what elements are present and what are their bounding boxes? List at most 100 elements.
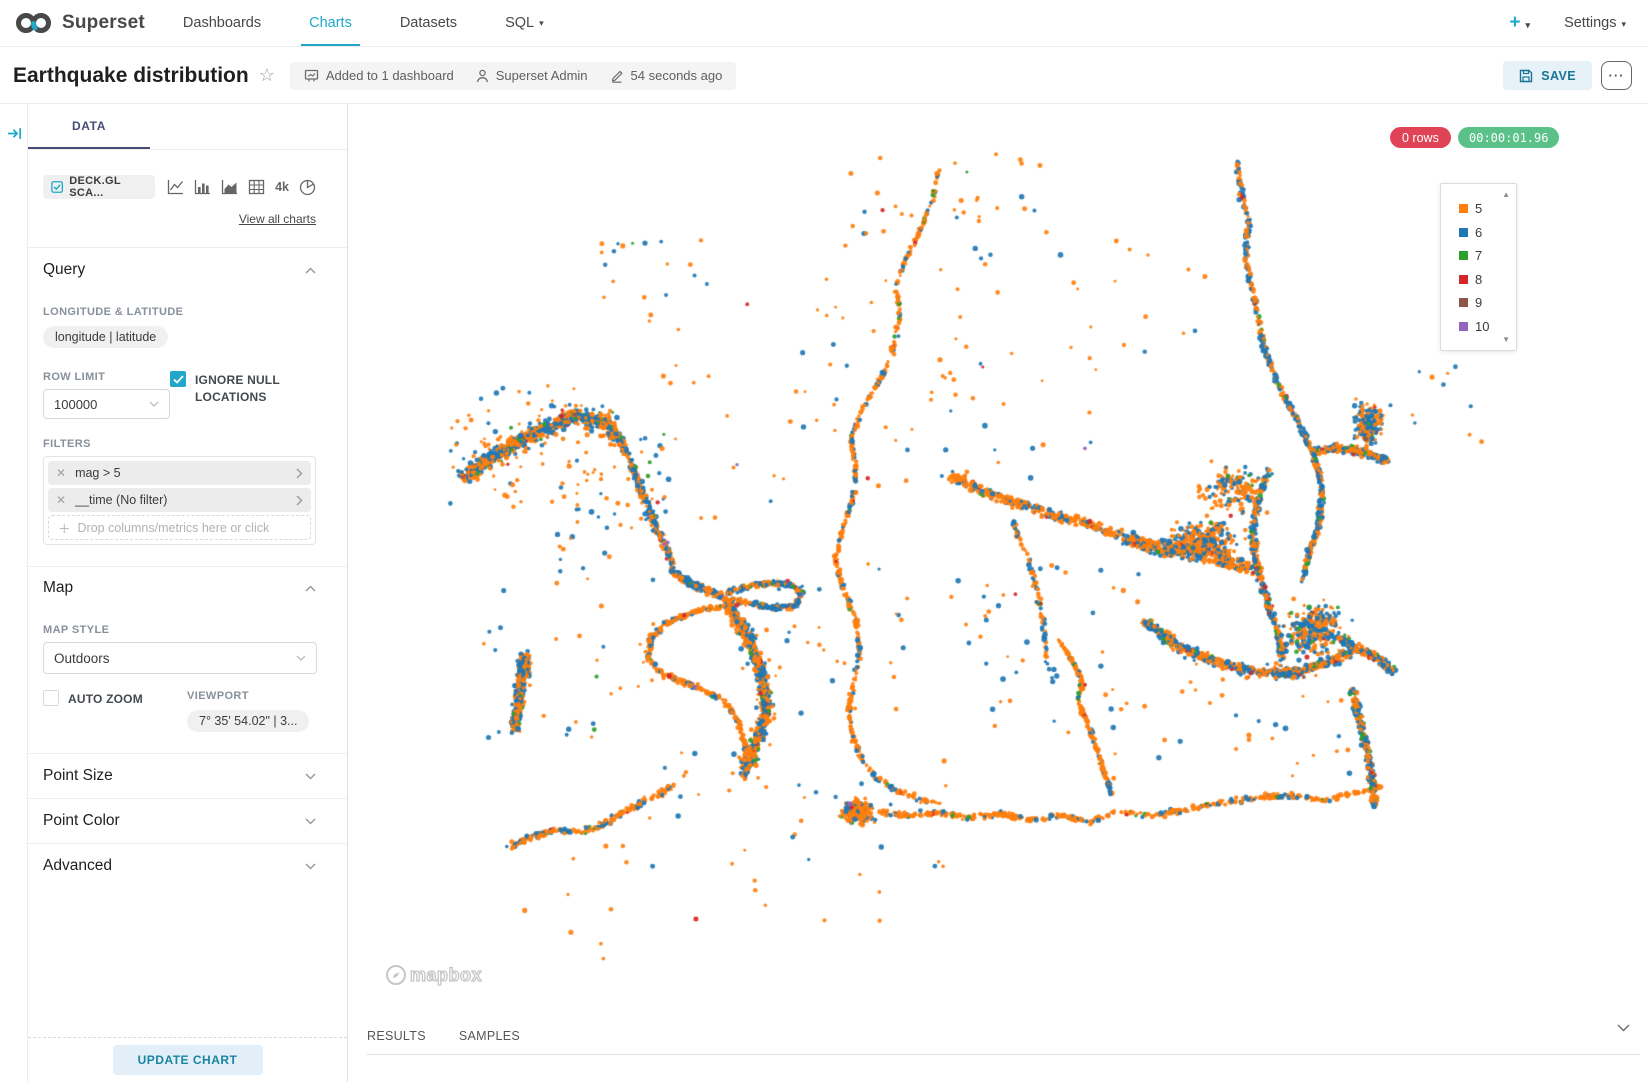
legend-scroll-up-icon[interactable]: ▲	[1502, 190, 1510, 199]
rowlimit-row: ROW LIMIT 100000 IGNORE NULL LOCATIONS	[43, 371, 316, 419]
nav-item-datasets[interactable]: Datasets	[376, 0, 481, 46]
legend-swatch	[1459, 298, 1468, 307]
lonlat-label: LONGITUDE & LATITUDE	[43, 306, 316, 318]
favorite-star-icon[interactable]: ☆	[259, 65, 275, 86]
chevron-down-icon	[305, 818, 316, 825]
save-button[interactable]: SAVE	[1503, 61, 1592, 90]
view-all-charts-link[interactable]: View all charts	[43, 212, 316, 226]
4k-chart-icon[interactable]: 4k	[275, 180, 289, 194]
superset-logo-icon	[14, 10, 54, 36]
dataset-row: DECK.GL SCA... 4k	[43, 175, 316, 199]
expand-right-icon[interactable]	[7, 126, 22, 141]
auto-zoom-checkbox-row[interactable]: AUTO ZOOM	[43, 690, 187, 732]
brand-name: Superset	[62, 12, 145, 34]
map-legend: ▲ 5 6 7 8 9 10 ▼	[1440, 183, 1517, 351]
chevron-down-icon	[305, 773, 316, 780]
legend-swatch	[1459, 228, 1468, 237]
viz-type-pill[interactable]: DECK.GL SCA...	[43, 175, 155, 199]
nav-item-sql[interactable]: SQL▾	[481, 0, 568, 46]
nav-items: Dashboards Charts Datasets SQL▾	[159, 0, 568, 46]
settings-menu[interactable]: Settings▾	[1564, 15, 1626, 31]
chevron-down-icon	[305, 863, 316, 870]
chevron-up-icon	[305, 585, 316, 592]
auto-zoom-label: AUTO ZOOM	[68, 691, 143, 732]
mapbox-logo-icon	[385, 964, 407, 986]
legend-swatch	[1459, 251, 1468, 260]
map-section-header[interactable]: Map	[43, 579, 316, 597]
new-menu-button[interactable]: +▾	[1509, 12, 1530, 34]
chart-header: Earthquake distribution ☆ Added to 1 das…	[0, 48, 1648, 104]
tab-data[interactable]: DATA	[28, 104, 150, 149]
chevron-down-icon	[149, 401, 159, 407]
pie-chart-icon[interactable]	[299, 179, 316, 196]
row-limit-label: ROW LIMIT	[43, 371, 170, 383]
datasource-collapse-rail	[0, 104, 28, 1082]
checkbox-unchecked-icon[interactable]	[43, 690, 59, 706]
nav-item-dashboards[interactable]: Dashboards	[159, 0, 285, 46]
collapse-results-chevron-icon[interactable]	[1617, 1024, 1630, 1032]
superset-logo[interactable]: Superset	[0, 10, 159, 36]
point-color-section-header[interactable]: Point Color	[43, 799, 316, 843]
control-panel: DATA DECK.GL SCA... 4k View all charts Q…	[28, 104, 348, 1082]
remove-filter-icon[interactable]: ✕	[56, 493, 66, 507]
legend-scroll-down-icon[interactable]: ▼	[1502, 335, 1510, 344]
query-timer-badge: 00:00:01.96	[1458, 127, 1559, 148]
plus-icon: ＋	[58, 518, 71, 537]
update-chart-button[interactable]: UPDATE CHART	[113, 1045, 263, 1075]
mapbox-attribution[interactable]: mapbox	[385, 964, 482, 986]
line-chart-icon[interactable]	[167, 179, 184, 195]
legend-item[interactable]: 8	[1441, 268, 1516, 292]
area-chart-icon[interactable]	[221, 179, 238, 195]
user-icon	[476, 69, 489, 83]
metadata-bar: Added to 1 dashboard Superset Admin 54 s…	[290, 62, 737, 90]
query-section-header[interactable]: Query	[43, 261, 316, 279]
map-style-select[interactable]: Outdoors	[43, 642, 317, 674]
advanced-section-header[interactable]: Advanced	[43, 844, 316, 888]
owner-badge[interactable]: Superset Admin	[476, 68, 588, 83]
dashboard-count-badge[interactable]: Added to 1 dashboard	[304, 68, 454, 83]
legend-swatch	[1459, 204, 1468, 213]
panel-tabbar: DATA	[28, 104, 347, 150]
checkbox-checked-icon	[51, 180, 63, 194]
tab-results[interactable]: RESULTS	[367, 1029, 426, 1043]
header-actions: SAVE ···	[1503, 61, 1648, 90]
nav-right: +▾ Settings▾	[1509, 12, 1648, 34]
chevron-down-icon: ▾	[1621, 19, 1626, 29]
filter-pill-time[interactable]: ✕ __time (No filter)	[48, 488, 311, 512]
ignore-null-checkbox-row[interactable]: IGNORE NULL LOCATIONS	[170, 371, 316, 419]
panel-body: DECK.GL SCA... 4k View all charts Query …	[28, 175, 347, 888]
legend-swatch	[1459, 322, 1468, 331]
legend-item[interactable]: 5	[1441, 197, 1516, 221]
panel-footer: UPDATE CHART	[28, 1037, 347, 1082]
map-style-label: MAP STYLE	[43, 624, 316, 636]
legend-item[interactable]: 7	[1441, 244, 1516, 268]
ignore-null-label: IGNORE NULL LOCATIONS	[195, 372, 316, 419]
pencil-icon	[610, 69, 624, 83]
viewport-pill[interactable]: 7° 35' 54.02" | 3...	[187, 710, 309, 732]
filter-drop-zone[interactable]: ＋ Drop columns/metrics here or click	[48, 515, 311, 540]
viewport-label: VIEWPORT	[187, 690, 309, 702]
chart-area: 0 rows 00:00:01.96 ▲ 5 6 7 8 9 10 ▼ mapb…	[349, 104, 1648, 1082]
legend-item[interactable]: 9	[1441, 291, 1516, 315]
more-actions-button[interactable]: ···	[1601, 61, 1632, 90]
point-size-section-header[interactable]: Point Size	[43, 754, 316, 798]
remove-filter-icon[interactable]: ✕	[56, 466, 66, 480]
checkbox-checked-icon[interactable]	[170, 371, 186, 387]
row-count-badge: 0 rows	[1390, 127, 1451, 148]
bar-chart-icon[interactable]	[194, 179, 211, 195]
legend-item[interactable]: 6	[1441, 221, 1516, 245]
autozoom-viewport-row: AUTO ZOOM VIEWPORT 7° 35' 54.02" | 3...	[43, 690, 316, 732]
last-modified-badge[interactable]: 54 seconds ago	[610, 68, 723, 83]
dashboard-board-icon	[304, 69, 319, 83]
divider	[28, 247, 347, 248]
tab-samples[interactable]: SAMPLES	[459, 1029, 520, 1043]
nav-item-charts[interactable]: Charts	[285, 0, 376, 46]
row-limit-select[interactable]: 100000	[43, 389, 170, 419]
filter-pill-mag[interactable]: ✕ mag > 5	[48, 461, 311, 485]
table-icon[interactable]	[248, 179, 265, 195]
lonlat-pill[interactable]: longitude | latitude	[43, 326, 168, 348]
top-nav: Superset Dashboards Charts Datasets SQL▾…	[0, 0, 1648, 47]
results-tabs: RESULTS SAMPLES	[349, 1016, 1648, 1043]
chevron-right-icon	[296, 468, 303, 479]
results-panel: RESULTS SAMPLES	[349, 1016, 1648, 1055]
